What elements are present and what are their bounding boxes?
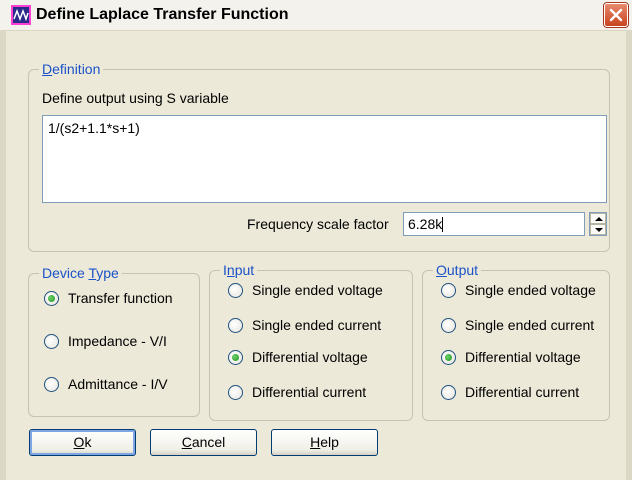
radio-output-differential-current[interactable]: Differential current: [441, 384, 579, 400]
radio-input-single-ended-current[interactable]: Single ended current: [228, 317, 381, 333]
radio-label: Differential voltage: [465, 349, 581, 365]
title-bar[interactable]: Define Laplace Transfer Function: [0, 0, 632, 31]
radio-circle: [44, 376, 59, 392]
frequency-spinner[interactable]: [589, 212, 607, 236]
cancel-button[interactable]: Cancel: [150, 429, 257, 456]
definition-instruction: Define output using S variable: [42, 90, 229, 106]
radio-circle: [44, 333, 59, 349]
radio-circle: [228, 317, 243, 333]
radio-output-single-ended-voltage[interactable]: Single ended voltage: [441, 282, 596, 298]
radio-circle: [441, 384, 456, 400]
app-icon: [11, 5, 31, 25]
radio-label: Single ended current: [252, 317, 382, 333]
definition-legend: Definition: [42, 61, 101, 77]
input-legend: Input: [223, 262, 255, 278]
help-button[interactable]: Help: [271, 429, 378, 456]
spin-up-button[interactable]: [590, 213, 606, 224]
radio-label: Single ended voltage: [465, 282, 596, 298]
radio-output-differential-voltage[interactable]: Differential voltage: [441, 349, 581, 365]
radio-label: Differential current: [465, 384, 580, 400]
radio-transfer-function[interactable]: Transfer function: [44, 290, 173, 306]
radio-input-differential-voltage[interactable]: Differential voltage: [228, 349, 368, 365]
ok-button[interactable]: Ok: [29, 429, 136, 456]
radio-circle: [441, 317, 456, 333]
close-icon: [609, 8, 623, 22]
radio-label: Single ended voltage: [252, 282, 383, 298]
device-type-legend: Device Type: [42, 265, 119, 281]
radio-label: Differential voltage: [252, 349, 368, 365]
radio-circle-selected: [441, 349, 456, 365]
ok-label: k: [84, 434, 92, 450]
window-frame-right: [626, 30, 632, 480]
radio-label: Impedance - V/I: [68, 333, 167, 349]
frequency-scale-value: 6.28k: [408, 216, 443, 232]
radio-impedance[interactable]: Impedance - V/I: [44, 333, 167, 349]
radio-admittance[interactable]: Admittance - I/V: [44, 376, 168, 392]
window-title: Define Laplace Transfer Function: [36, 6, 289, 23]
radio-label: Admittance - I/V: [68, 376, 168, 392]
radio-circle: [228, 384, 243, 400]
radio-circle-selected: [44, 290, 59, 306]
frequency-scale-input[interactable]: 6.28k: [403, 212, 585, 236]
window-frame-left: [0, 30, 6, 480]
expression-text: 1/(s2+1.1*s+1): [48, 120, 140, 136]
radio-label: Single ended current: [465, 317, 595, 333]
close-button[interactable]: [604, 3, 628, 27]
frequency-scale-label: Frequency scale factor: [247, 216, 389, 232]
help-label: elp: [320, 434, 339, 450]
output-legend: Output: [436, 262, 479, 278]
ok-mnemonic: O: [73, 434, 85, 450]
radio-label: Transfer function: [68, 290, 173, 306]
help-mnemonic: H: [310, 434, 321, 450]
expression-textarea[interactable]: 1/(s2+1.1*s+1): [42, 115, 607, 203]
radio-output-single-ended-current[interactable]: Single ended current: [441, 317, 594, 333]
radio-input-single-ended-voltage[interactable]: Single ended voltage: [228, 282, 383, 298]
spin-down-button[interactable]: [590, 224, 606, 235]
radio-label: Differential current: [252, 384, 367, 400]
radio-input-differential-current[interactable]: Differential current: [228, 384, 366, 400]
radio-circle: [228, 282, 243, 298]
cancel-label: ancel: [191, 434, 226, 450]
text-caret: [442, 217, 444, 232]
radio-circle-selected: [228, 349, 243, 365]
radio-circle: [441, 282, 456, 298]
cancel-mnemonic: C: [181, 434, 192, 450]
